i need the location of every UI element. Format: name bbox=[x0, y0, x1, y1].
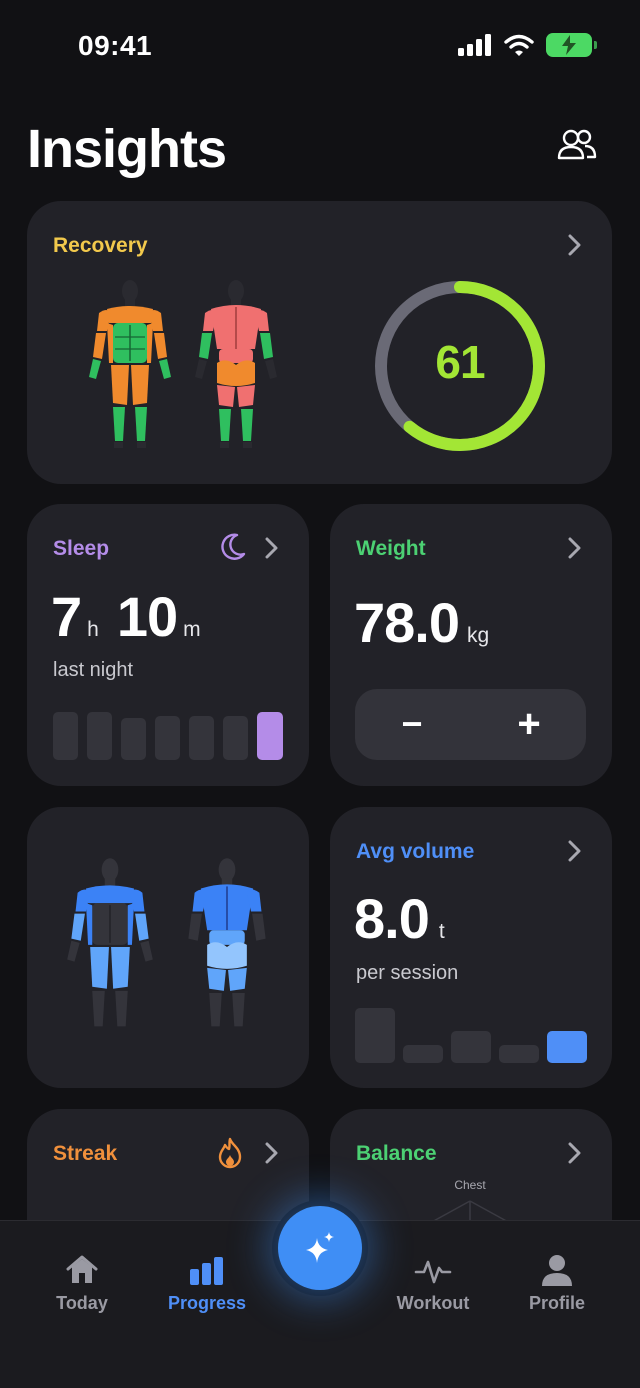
volume-bar bbox=[403, 1045, 443, 1063]
battery-icon bbox=[546, 33, 597, 57]
weight-value-row: 78.0 kg bbox=[354, 590, 489, 655]
weight-title: Weight bbox=[356, 537, 426, 560]
chevron-right-icon[interactable] bbox=[567, 840, 583, 862]
sleep-card[interactable]: Sleep 7 h 10 m last night bbox=[27, 504, 309, 786]
streak-title: Streak bbox=[53, 1142, 118, 1165]
weight-card[interactable]: Weight 78.0 kg − + bbox=[330, 504, 612, 786]
sleep-bar bbox=[53, 712, 78, 760]
people-icon bbox=[557, 129, 597, 160]
status-icons bbox=[458, 33, 597, 57]
tab-label: Profile bbox=[528, 1293, 585, 1313]
volume-bar bbox=[355, 1008, 395, 1063]
avg-volume-title: Avg volume bbox=[356, 840, 475, 863]
sleep-bar-latest bbox=[257, 712, 283, 760]
chevron-right-icon[interactable] bbox=[567, 1142, 583, 1164]
avg-volume-value: 8.0 bbox=[354, 887, 430, 950]
person-icon bbox=[542, 1255, 572, 1286]
sleep-hours-unit: h bbox=[87, 618, 99, 641]
volume-bar bbox=[451, 1031, 491, 1063]
volume-bars bbox=[355, 1007, 587, 1063]
heartbeat-icon bbox=[414, 1260, 452, 1284]
recovery-body-back-icon bbox=[195, 280, 277, 448]
volume-bar-latest bbox=[547, 1031, 587, 1063]
charging-bolt-icon bbox=[562, 35, 576, 55]
wifi-icon bbox=[504, 34, 534, 56]
avg-volume-caption: per session bbox=[356, 962, 459, 984]
weight-increment-button[interactable]: + bbox=[490, 699, 568, 749]
recovery-title: Recovery bbox=[53, 234, 148, 257]
bar-chart-icon bbox=[190, 1257, 223, 1285]
weight-unit: kg bbox=[467, 624, 490, 647]
sleep-bar bbox=[121, 718, 146, 760]
avg-volume-unit: t bbox=[438, 920, 445, 943]
sleep-caption: last night bbox=[53, 659, 134, 681]
muscle-map-card[interactable] bbox=[27, 807, 309, 1088]
friends-button[interactable] bbox=[556, 128, 600, 164]
home-icon bbox=[66, 1255, 98, 1283]
chevron-right-icon[interactable] bbox=[264, 1142, 280, 1164]
sleep-minutes: 10 bbox=[116, 585, 178, 648]
chevron-right-icon[interactable] bbox=[567, 537, 583, 559]
body-front-icon bbox=[67, 858, 153, 1027]
status-time: 09:41 bbox=[78, 30, 153, 61]
sleep-bar bbox=[155, 716, 180, 760]
flame-icon bbox=[218, 1137, 242, 1169]
tab-progress[interactable]: Progress bbox=[147, 1253, 267, 1314]
chevron-right-icon[interactable] bbox=[567, 234, 583, 256]
tab-label: Today bbox=[56, 1293, 108, 1313]
page-title: Insights bbox=[27, 119, 227, 179]
weight-value: 78.0 bbox=[354, 591, 460, 654]
moon-icon bbox=[221, 533, 246, 560]
weight-decrement-button[interactable]: − bbox=[373, 699, 451, 749]
balance-axis-label: Chest bbox=[454, 1178, 486, 1192]
tab-label: Workout bbox=[396, 1293, 470, 1313]
tab-label: Progress bbox=[167, 1293, 247, 1313]
sleep-bar bbox=[223, 716, 248, 760]
avg-volume-card[interactable]: Avg volume 8.0 t per session bbox=[330, 807, 612, 1088]
ai-coach-button[interactable] bbox=[278, 1206, 362, 1290]
chevron-right-icon[interactable] bbox=[264, 537, 280, 559]
tab-today[interactable]: Today bbox=[22, 1253, 142, 1314]
weight-stepper: − + bbox=[355, 689, 586, 760]
tab-workout[interactable]: Workout bbox=[373, 1253, 493, 1314]
recovery-score: 61 bbox=[435, 336, 485, 388]
sleep-duration: 7 h 10 m bbox=[51, 584, 201, 649]
sleep-bar bbox=[189, 716, 214, 760]
sleep-bars bbox=[53, 710, 283, 760]
recovery-body-front-icon bbox=[89, 280, 171, 448]
sleep-hours: 7 bbox=[51, 585, 82, 648]
volume-bar bbox=[499, 1045, 539, 1063]
body-back-icon bbox=[188, 858, 266, 1027]
recovery-card[interactable]: Recovery 61 bbox=[27, 201, 612, 484]
sleep-title: Sleep bbox=[53, 537, 110, 560]
tab-profile[interactable]: Profile bbox=[497, 1253, 617, 1314]
sleep-minutes-unit: m bbox=[183, 618, 201, 641]
sparkles-icon bbox=[306, 1232, 334, 1263]
signal-icon bbox=[458, 34, 491, 56]
balance-title: Balance bbox=[356, 1142, 437, 1165]
avg-volume-value-row: 8.0 t bbox=[354, 886, 445, 951]
sleep-bar bbox=[87, 712, 112, 760]
